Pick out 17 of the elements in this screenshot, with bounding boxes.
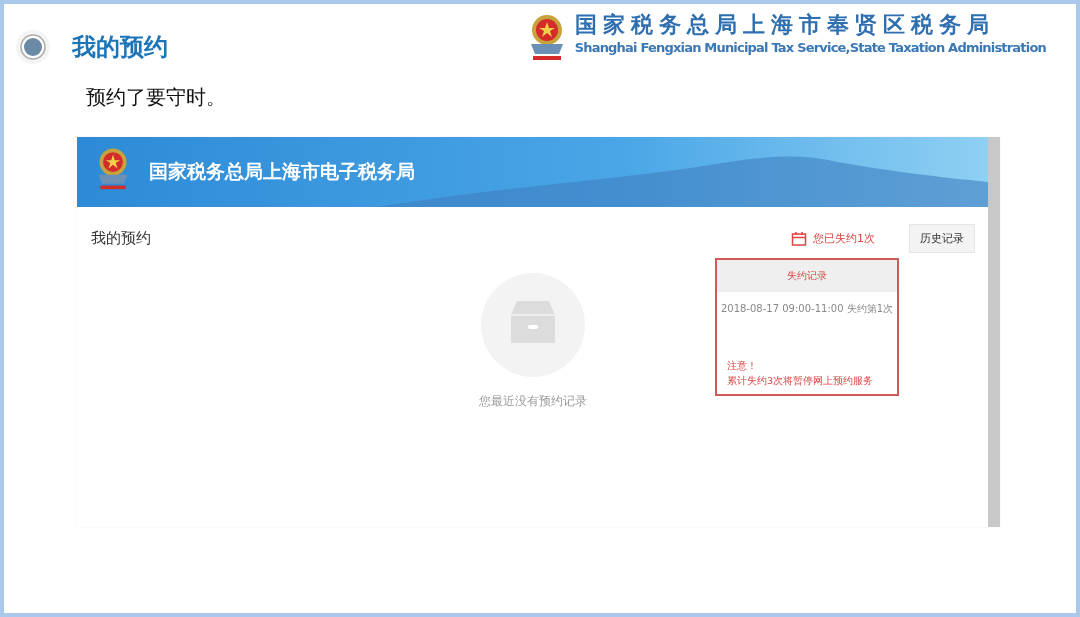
missed-record: 2018-08-17 09:00-11:00 失约第1次 bbox=[719, 302, 895, 316]
popup-title: 失约记录 bbox=[717, 260, 897, 292]
page-title: 我的预约 bbox=[91, 229, 152, 248]
scrollbar[interactable] bbox=[988, 137, 1000, 527]
history-button[interactable]: 历史记录 bbox=[909, 224, 975, 253]
calendar-icon bbox=[791, 230, 807, 247]
empty-message: 您最近没有预约记录 bbox=[478, 393, 587, 410]
note-heading: 注意！ bbox=[727, 360, 758, 373]
org-name-english: Shanghai Fengxian Municipal Tax Service,State Taxation Administration bbox=[574, 40, 1046, 55]
note-text: 累计失约3次将暂停网上预约服务 bbox=[727, 375, 875, 388]
slide-subtitle: 预约了要守时。 bbox=[86, 84, 227, 111]
slide-title: 我的预约 bbox=[72, 32, 168, 63]
org-name: 国家税务总局上海市奉贤区税务局 bbox=[574, 11, 996, 39]
empty-drawer-icon bbox=[480, 273, 585, 377]
missed-count: 您已失约1次 bbox=[813, 231, 875, 246]
radio-bullet-icon bbox=[14, 28, 52, 66]
site-title: 国家税务总局上海市电子税务局 bbox=[149, 159, 415, 184]
